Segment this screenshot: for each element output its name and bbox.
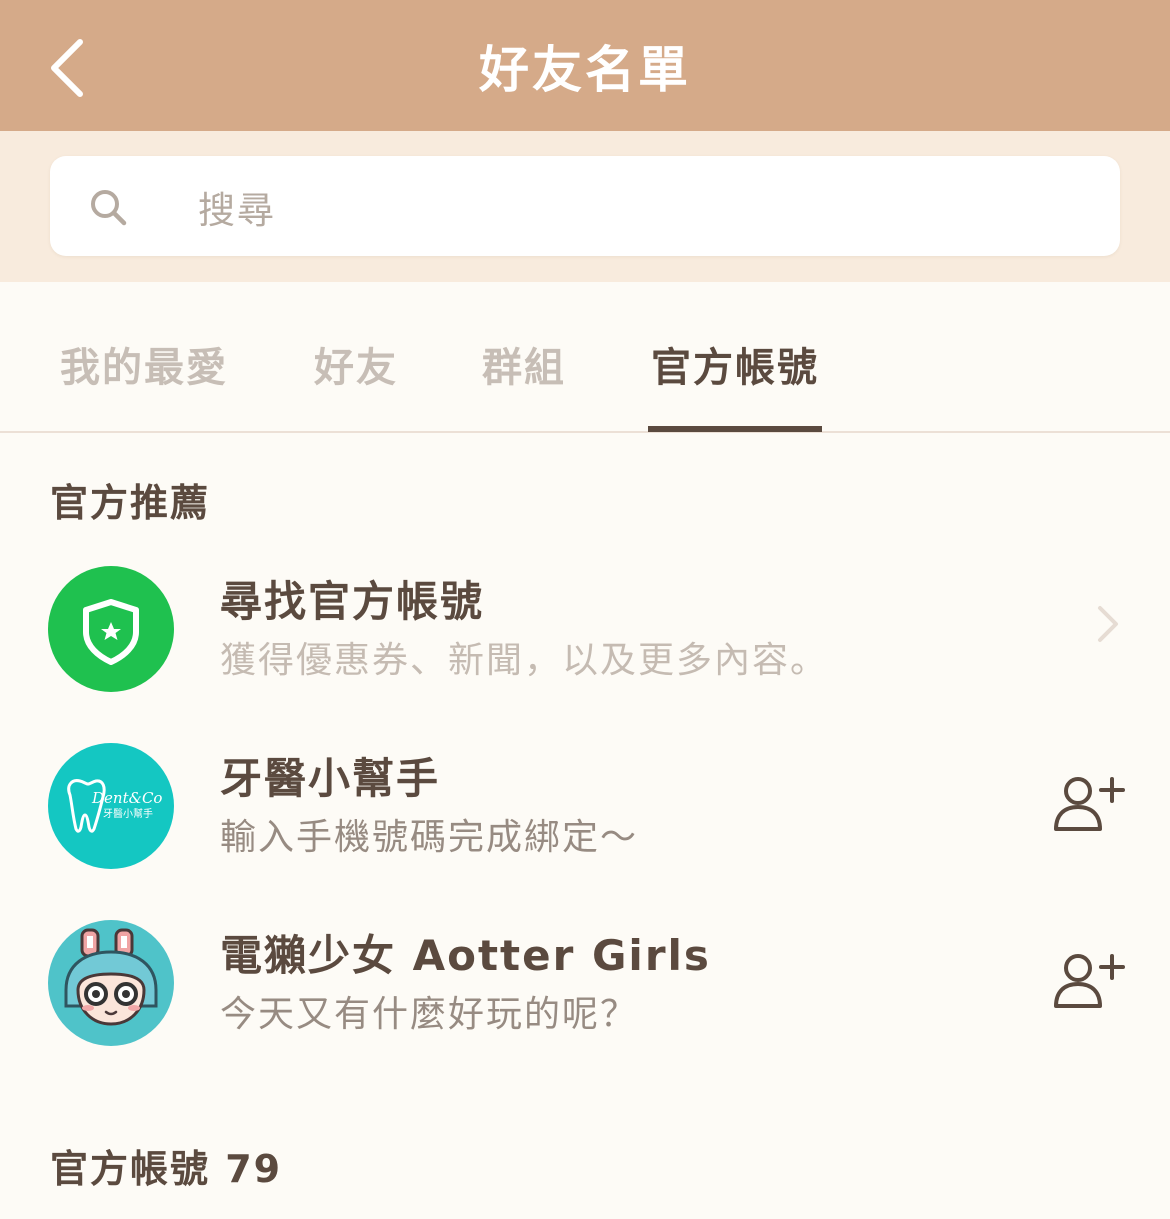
avatar (48, 920, 174, 1046)
search-bar-area: 搜尋 (0, 131, 1170, 282)
list-item-title: 電獺少女 Aotter Girls (220, 931, 711, 980)
list-item-aotter-girls[interactable]: 電獺少女 Aotter Girls 今天又有什麼好玩的呢？ (0, 910, 1170, 1060)
tab-official-accounts[interactable]: 官方帳號 (651, 335, 819, 393)
tooth-logo-icon: Dent&Co 牙醫小幫手 (67, 779, 162, 833)
avatar (48, 566, 174, 692)
list-item-subtitle: 獲得優惠券、新聞，以及更多內容。 (220, 640, 829, 681)
search-placeholder: 搜尋 (198, 189, 276, 232)
active-tab-indicator (648, 426, 822, 432)
app-header: 好友名單 (0, 0, 1170, 131)
search-input[interactable]: 搜尋 (50, 156, 1120, 256)
list-item-subtitle: 今天又有什麼好玩的呢？ (220, 994, 639, 1035)
chevron-right-icon (1098, 606, 1118, 642)
add-friend-icon[interactable] (1050, 771, 1126, 835)
list-item-find-official[interactable]: 尋找官方帳號 獲得優惠券、新聞，以及更多內容。 (0, 556, 1170, 706)
svg-text:牙醫小幫手: 牙醫小幫手 (103, 807, 153, 820)
list-item-title: 尋找官方帳號 (220, 577, 485, 626)
anime-girl-avatar (64, 928, 158, 1026)
tab-friends[interactable]: 好友 (314, 335, 398, 393)
avatar: Dent&Co 牙醫小幫手 (48, 743, 174, 869)
section-title-official-accounts: 官方帳號 79 (50, 1147, 283, 1191)
tab-groups[interactable]: 群組 (482, 335, 566, 393)
section-title-recommended: 官方推薦 (50, 481, 211, 525)
add-friend-icon[interactable] (1050, 948, 1126, 1012)
svg-text:Dent&Co: Dent&Co (91, 789, 162, 807)
search-icon (91, 190, 127, 226)
list-item-dental-helper[interactable]: Dent&Co 牙醫小幫手 牙醫小幫手 輸入手機號碼完成綁定～ (0, 733, 1170, 883)
tab-favorites[interactable]: 我的最愛 (60, 335, 228, 393)
tab-bar: 我的最愛 好友 群組 官方帳號 (0, 282, 1170, 433)
list-item-subtitle: 輸入手機號碼完成綁定～ (220, 817, 639, 858)
shield-star-icon (83, 599, 139, 665)
list-item-title: 牙醫小幫手 (220, 754, 441, 803)
page-title: 好友名單 (479, 41, 691, 99)
